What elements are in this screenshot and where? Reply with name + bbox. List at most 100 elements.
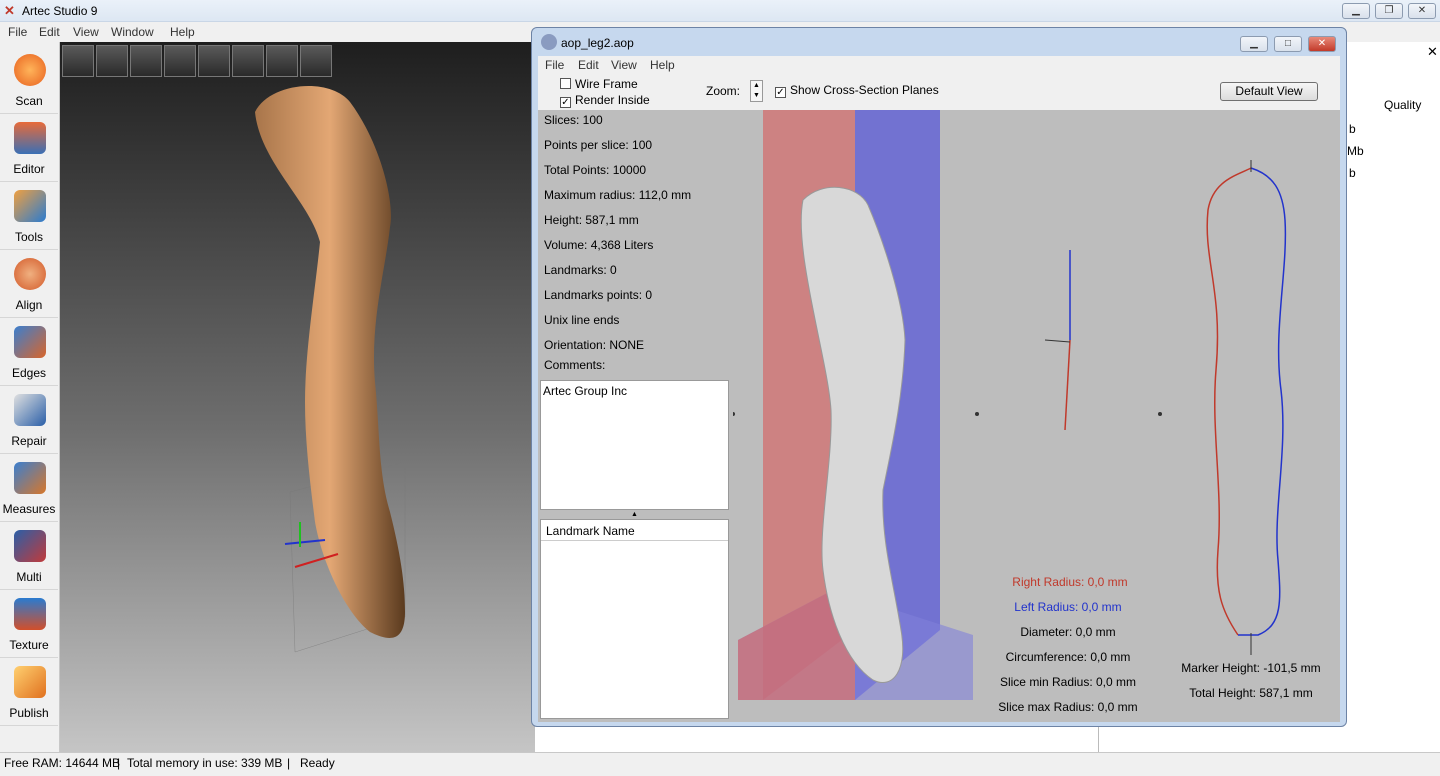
tool-label: Scan (15, 94, 43, 108)
wire-frame-checkbox[interactable]: Wire Frame (560, 77, 638, 91)
tool-label: Align (15, 298, 43, 312)
dialog-menu-view[interactable]: View (611, 58, 637, 72)
tool-label: Measures (2, 502, 56, 516)
render-inside-checkbox[interactable]: ✓ Render Inside (560, 93, 650, 108)
publish-icon (14, 666, 46, 698)
left-radius: Left Radius: 0,0 mm (1014, 600, 1122, 614)
dialog-maximize-button[interactable]: □ (1274, 36, 1302, 52)
tool-label: Tools (14, 230, 43, 244)
solid-icon[interactable] (232, 45, 264, 77)
tool-repair[interactable]: Repair (0, 388, 58, 454)
status-separator: | (287, 756, 291, 770)
repair-icon (14, 394, 46, 426)
info-height: Height: 587,1 mm (544, 213, 639, 227)
free-ram: Free RAM: 14644 MB (4, 756, 121, 770)
fit-icon[interactable] (96, 45, 128, 77)
default-view-button[interactable]: Default View (1220, 82, 1318, 101)
crescent-icon[interactable] (300, 45, 332, 77)
dialog-title: aop_leg2.aop (561, 36, 634, 50)
tool-align[interactable]: Align (0, 252, 58, 318)
show-planes-checkbox[interactable]: ✓ Show Cross-Section Planes (775, 83, 939, 98)
render-inside-label: Render Inside (575, 93, 650, 107)
comments-textarea[interactable]: Artec Group Inc (540, 380, 729, 510)
tool-texture[interactable]: Texture (0, 592, 58, 658)
app-title: Artec Studio 9 (22, 4, 98, 18)
status-separator: | (117, 756, 121, 770)
status-bar: Free RAM: 14644 MB | Total memory in use… (0, 752, 1440, 776)
info-points-per-slice: Points per slice: 100 (544, 138, 653, 152)
checkmark-icon: ✓ (560, 97, 571, 108)
dialog-app-icon (541, 34, 557, 50)
zoom-spinner[interactable]: ▲ ▼ (750, 80, 763, 102)
panel-close-icon[interactable]: ✕ (1427, 44, 1438, 60)
menu-edit[interactable]: Edit (39, 25, 60, 39)
splitter-handle[interactable]: ▲ (631, 511, 638, 518)
memory-in-use: Total memory in use: 339 MB (127, 756, 283, 770)
info-landmark-points: Landmarks points: 0 (544, 288, 653, 302)
app-icon: ✕ (4, 3, 15, 18)
tool-measures[interactable]: Measures (0, 456, 58, 522)
comment-text: Artec Group Inc (543, 384, 628, 398)
tool-tools[interactable]: Tools (0, 184, 58, 250)
dialog-menu-help[interactable]: Help (650, 58, 675, 72)
axes-icon[interactable] (130, 45, 162, 77)
slice-min-radius: Slice min Radius: 0,0 mm (999, 675, 1137, 689)
quality-header: Quality (1384, 98, 1422, 112)
tool-multi[interactable]: Multi (0, 524, 58, 590)
landmark-name-header: Landmark Name (541, 520, 728, 541)
info-total-points: Total Points: 10000 (544, 163, 647, 177)
close-button[interactable]: ✕ (1408, 3, 1436, 19)
tool-editor[interactable]: Editor (0, 116, 58, 182)
title-bar: ✕ Artec Studio 9 ▁ ❐ ✕ (0, 0, 1440, 22)
info-max-radius: Maximum radius: 112,0 mm (544, 188, 692, 202)
dialog-close-button[interactable]: ✕ (1308, 36, 1336, 52)
scan-icon (14, 54, 46, 86)
tool-label: Editor (13, 162, 45, 176)
wire-frame-label: Wire Frame (575, 77, 638, 91)
home-icon[interactable] (62, 45, 94, 77)
checkmark-icon: ✓ (775, 87, 786, 98)
size-value: b (1349, 166, 1356, 180)
marker-height: Marker Height: -101,5 mm (1181, 661, 1321, 675)
info-comments-label: Comments: (544, 358, 606, 372)
edges-icon (14, 326, 46, 358)
textured-icon[interactable] (198, 45, 230, 77)
checkbox-box (560, 78, 571, 89)
dialog-minimize-button[interactable]: ▁ (1240, 36, 1268, 52)
slice-max-radius: Slice max Radius: 0,0 mm (998, 700, 1138, 714)
show-planes-label: Show Cross-Section Planes (790, 83, 939, 97)
multi-icon (14, 530, 46, 562)
light-icon[interactable] (164, 45, 196, 77)
status-state: Ready (300, 756, 335, 770)
dialog-menu-file[interactable]: File (545, 58, 564, 72)
menu-window[interactable]: Window (111, 25, 154, 39)
tool-label: Multi (16, 570, 42, 584)
info-orientation: Orientation: NONE (544, 338, 645, 352)
tool-publish[interactable]: Publish (0, 660, 58, 726)
sphere-icon[interactable] (266, 45, 298, 77)
total-height: Total Height: 587,1 mm (1189, 686, 1313, 700)
menu-view[interactable]: View (73, 25, 99, 39)
dialog-menu-edit[interactable]: Edit (578, 58, 599, 72)
tools-icon (14, 190, 46, 222)
diameter: Diameter: 0,0 mm (1020, 625, 1116, 639)
landmark-list[interactable]: Landmark Name (540, 519, 729, 719)
tool-strip: Scan Editor Tools Align Edges Repair Mea… (0, 42, 60, 752)
align-icon (14, 258, 46, 290)
minimize-button[interactable]: ▁ (1342, 3, 1370, 19)
info-line-ends: Unix line ends (544, 313, 620, 327)
info-landmarks: Landmarks: 0 (544, 263, 617, 277)
zoom-label: Zoom: (706, 84, 741, 98)
tool-scan[interactable]: Scan (0, 48, 58, 114)
tool-edges[interactable]: Edges (0, 320, 58, 386)
size-value: Mb (1347, 144, 1364, 158)
restore-button[interactable]: ❐ (1375, 3, 1403, 19)
tool-label: Texture (9, 638, 49, 652)
3d-viewport[interactable] (60, 42, 535, 752)
leg-model (255, 85, 406, 653)
menu-help[interactable]: Help (170, 25, 195, 39)
dialog-menu-bar: File Edit View Help (538, 56, 1340, 74)
tool-label: Edges (11, 366, 47, 380)
menu-file[interactable]: File (8, 25, 27, 39)
measures-icon (14, 462, 46, 494)
